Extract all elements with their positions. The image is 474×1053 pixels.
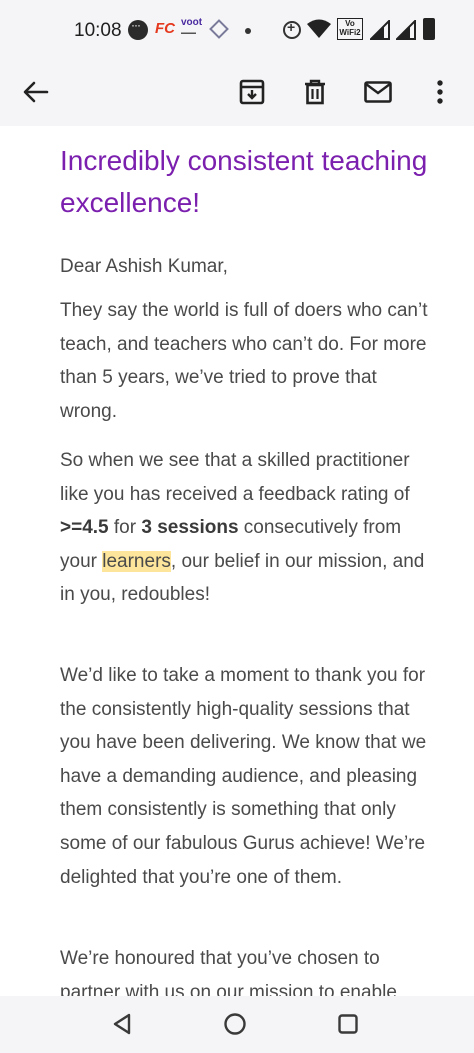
back-arrow-icon	[23, 81, 49, 103]
email-headline: Incredibly consistent teaching excellenc…	[60, 145, 428, 218]
dot-icon	[245, 28, 251, 34]
nav-back-button[interactable]	[105, 1007, 139, 1041]
email-paragraph-1: They say the world is full of doers who …	[60, 300, 428, 422]
system-navigation-bar	[0, 996, 474, 1053]
email-toolbar	[0, 62, 474, 122]
delete-button[interactable]	[295, 72, 335, 112]
vowifi-bottom-label: WiFi2	[339, 28, 361, 37]
back-triangle-icon	[113, 1013, 131, 1035]
archive-icon	[239, 79, 265, 105]
sessions-count: 3 sessions	[141, 517, 239, 539]
home-circle-icon	[224, 1013, 246, 1035]
p2-text: So when we see that a skilled practition…	[60, 450, 410, 505]
email-paragraph-2: So when we see that a skilled practition…	[60, 444, 432, 612]
vowifi-icon: Vo WiFi2	[337, 18, 363, 40]
status-bar: 10:08 FC voot▬▬▬ VoWiFi2	[0, 0, 474, 62]
p2-text: for	[108, 517, 142, 539]
battery-icon	[423, 18, 435, 40]
delete-icon	[305, 79, 325, 105]
mark-unread-button[interactable]	[358, 72, 398, 112]
recents-square-icon	[338, 1014, 358, 1034]
email-greeting: Dear Ashish Kumar,	[60, 256, 228, 277]
diamond-app-icon	[209, 19, 229, 39]
vowifi-top-label: Vo	[345, 19, 355, 28]
chat-bubble-icon	[128, 18, 148, 40]
nav-home-button[interactable]	[218, 1007, 252, 1041]
signal-icon	[394, 18, 416, 45]
email-body[interactable]: Incredibly consistent teaching excellenc…	[0, 126, 474, 996]
fc-app-icon: FC	[155, 20, 175, 37]
data-saver-icon	[283, 19, 301, 39]
back-button[interactable]	[16, 72, 56, 112]
rating-value: >=4.5	[60, 517, 109, 539]
voot-app-icon: voot ▬▬▬	[181, 17, 203, 37]
more-options-button[interactable]	[420, 72, 460, 112]
wifi-icon	[307, 19, 331, 44]
signal-icon	[368, 18, 390, 45]
nav-recents-button[interactable]	[331, 1007, 365, 1041]
archive-button[interactable]	[232, 72, 272, 112]
more-vert-icon	[437, 80, 443, 104]
voot-label: voot	[181, 17, 203, 28]
status-time: 10:08	[74, 20, 122, 41]
highlighted-term[interactable]: learners	[102, 550, 171, 572]
mail-icon	[364, 81, 392, 103]
email-paragraph-3: We’d like to take a moment to thank you …	[60, 665, 427, 888]
email-paragraph-4: We’re honoured that you’ve chosen to par…	[60, 948, 397, 996]
